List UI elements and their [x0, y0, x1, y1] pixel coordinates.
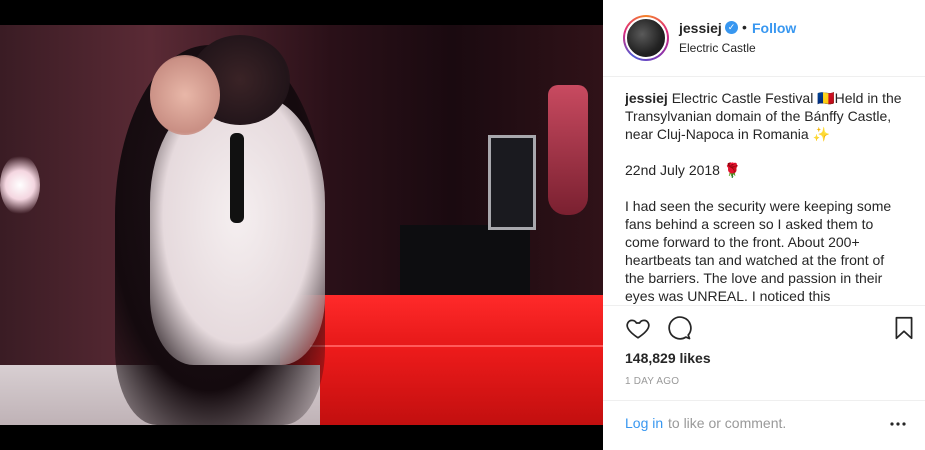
- separator-dot: •: [742, 19, 747, 35]
- caption-text-1: Electric Castle Festival 🇷🇴Held in the T…: [625, 90, 905, 142]
- post-caption: jessiej Electric Castle Festival 🇷🇴Held …: [625, 89, 905, 305]
- verified-badge-icon: ✓: [725, 21, 738, 34]
- post-media: [0, 0, 603, 450]
- stage-light: [0, 155, 40, 215]
- microphone: [230, 133, 244, 223]
- username-link[interactable]: jessiej: [679, 20, 722, 36]
- location-link[interactable]: Electric Castle: [679, 41, 756, 55]
- heart-outline-icon[interactable]: [625, 315, 651, 341]
- performer-face: [150, 55, 220, 135]
- post-photo[interactable]: [0, 25, 603, 425]
- stage-steps: [310, 345, 603, 425]
- login-link[interactable]: Log in: [625, 415, 663, 431]
- avatar-image: [625, 17, 667, 59]
- guitar-shape: [548, 85, 588, 215]
- follow-button[interactable]: Follow: [752, 20, 796, 36]
- caption-username-link[interactable]: jessiej: [625, 90, 668, 106]
- comment-bubble-icon[interactable]: [666, 315, 692, 341]
- likes-count[interactable]: 148,829 likes: [625, 350, 711, 366]
- equipment-case: [488, 135, 536, 230]
- login-prompt-text: to like or comment.: [668, 415, 787, 431]
- caption-paragraph-2: 22nd July 2018 🌹: [625, 162, 742, 178]
- actions-divider: [603, 305, 925, 306]
- post-info-panel: jessiej ✓ • Follow Electric Castle jessi…: [603, 0, 925, 450]
- equipment-rack: [400, 225, 530, 295]
- bookmark-outline-icon[interactable]: [891, 315, 917, 341]
- post-header: jessiej ✓ • Follow Electric Castle: [603, 0, 925, 77]
- avatar[interactable]: [623, 15, 669, 61]
- caption-paragraph-3: I had seen the security were keeping som…: [625, 198, 896, 304]
- post-timestamp[interactable]: 1 DAY AGO: [625, 376, 679, 387]
- more-horizontal-icon[interactable]: [889, 416, 907, 432]
- caption-paragraph-1: jessiej Electric Castle Festival 🇷🇴Held …: [625, 89, 905, 143]
